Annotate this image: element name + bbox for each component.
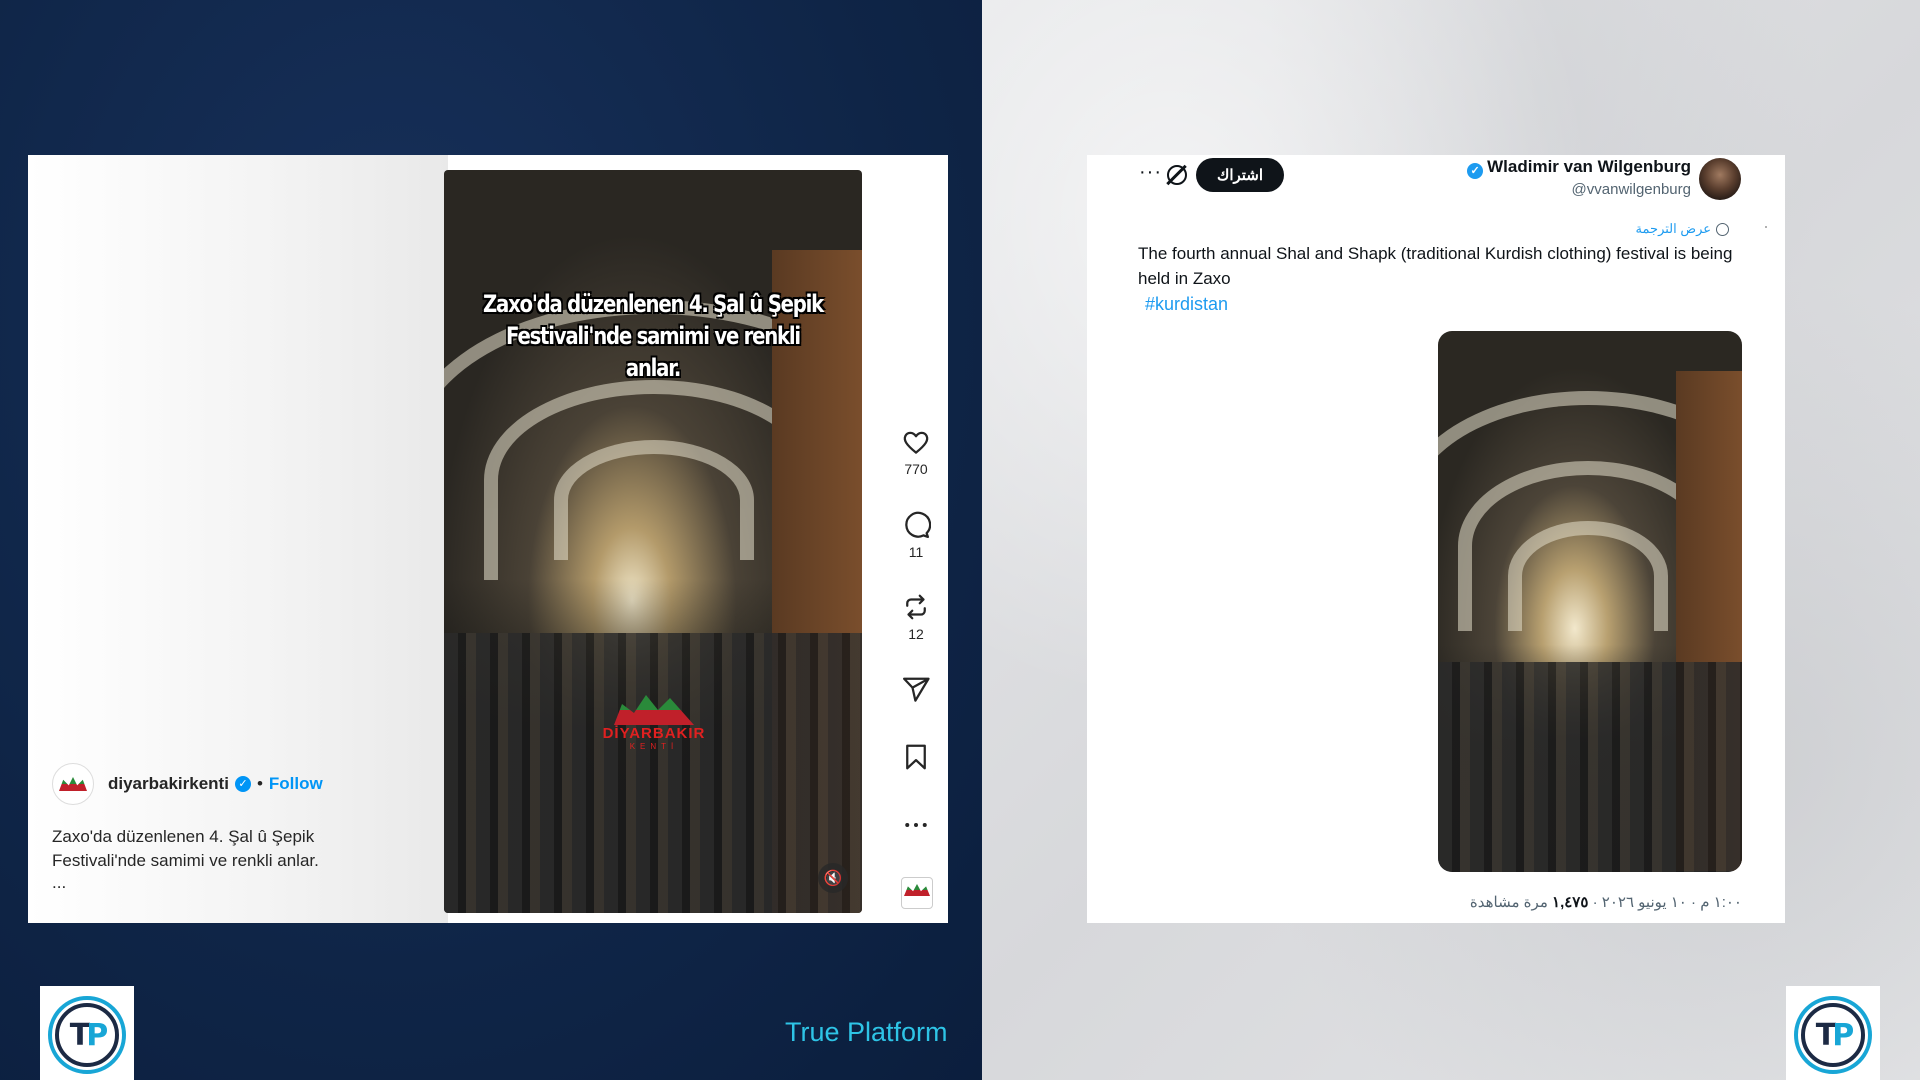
logo-letters: TP [1801, 1003, 1865, 1067]
post-author: diyarbakirkenti ✓ • Follow [52, 763, 323, 805]
caption-line: Festivali'nde samimi ve renkli anlar. [52, 851, 319, 870]
diyarbakir-logo-icon [904, 884, 930, 896]
action-bar: 770 11 12 [896, 155, 936, 923]
tweet-meta: ١:٠٠ م · ١٠ يونيو ٢٠٢٦ · ١,٤٧٥ مرة مشاهد… [1470, 893, 1742, 911]
more-icon [905, 823, 927, 827]
verified-badge-icon: ✓ [1467, 163, 1484, 179]
like-button[interactable]: 770 [896, 427, 936, 477]
repost-count: 12 [908, 626, 924, 642]
bookmark-icon [906, 744, 926, 770]
tweet-card: ✓ Wladimir van Wilgenburg @vvanwilgenburg… [1087, 155, 1785, 923]
arcade-arch [1508, 521, 1668, 631]
tweet-video[interactable] [1438, 331, 1742, 872]
heart-icon [903, 431, 929, 454]
logo-letters: TP [55, 1003, 119, 1067]
true-platform-logo: TP [40, 986, 134, 1080]
mute-icon[interactable]: 🔇 [818, 863, 848, 893]
subscribe-button[interactable]: اشتراك [1196, 158, 1284, 192]
post-caption: Zaxo'da düzenlenen 4. Şal û Şepik Festiv… [52, 825, 372, 873]
arcade-arch [554, 440, 754, 560]
grok-icon[interactable] [1167, 165, 1187, 185]
follow-button[interactable]: Follow [269, 774, 323, 794]
brand-name: True Platform [785, 1017, 948, 1047]
logo-letter-p: P [86, 1017, 108, 1053]
diyarbakir-logo-icon [59, 777, 87, 791]
repost-icon [906, 594, 926, 620]
audio-thumbnail[interactable] [901, 877, 933, 909]
verified-badge-icon: ✓ [234, 776, 251, 792]
video-overlay-text: Zaxo'da düzenlenen 4. Şal û Şepik Festiv… [482, 288, 825, 384]
author-name[interactable]: ✓ Wladimir van Wilgenburg [1467, 157, 1691, 179]
comment-count: 11 [908, 544, 924, 560]
avatar[interactable] [1699, 158, 1741, 200]
views-label: مرة مشاهدة [1469, 894, 1548, 911]
logo-letter-t: T [69, 1017, 91, 1053]
logo-letter-p: P [1832, 1017, 1854, 1053]
overlay-line: Zaxo'da düzenlenen 4. Şal û Şepik [482, 290, 824, 318]
instagram-video[interactable]: Zaxo'da düzenlenen 4. Şal û Şepik Festiv… [444, 170, 862, 913]
repost-button[interactable]: 12 [896, 592, 936, 642]
watermark-title: DİYARBAKIR [602, 725, 706, 742]
translate-icon [1716, 222, 1729, 236]
author-name-text: Wladimir van Wilgenburg [1487, 157, 1691, 176]
caption-area-background [28, 155, 448, 923]
separator: • [256, 774, 263, 793]
more-icon[interactable]: ··· [1139, 161, 1162, 184]
caption-more-link[interactable]: ... [52, 873, 66, 893]
overlay-line: Festivali'nde samimi ve renkli anlar. [506, 322, 801, 382]
watermark-logo-icon [614, 695, 694, 725]
like-count: 770 [904, 461, 928, 477]
author-handle[interactable]: @vvanwilgenburg [1572, 181, 1691, 198]
crowd [444, 633, 862, 913]
bookmark-button[interactable] [896, 742, 936, 772]
logo-letter-t: T [1815, 1017, 1837, 1053]
watermark-subtitle: KENTİ [629, 742, 679, 751]
caption-line: Zaxo'da düzenlenen 4. Şal û Şepik [52, 827, 315, 846]
username[interactable]: diyarbakirkenti [108, 774, 229, 794]
tweet-timestamp[interactable]: ١:٠٠ م · ١٠ يونيو ٢٠٢٦ · [1593, 894, 1742, 911]
comment-icon [905, 511, 931, 538]
comment-button[interactable]: 11 [896, 510, 936, 560]
translate-link[interactable]: عرض الترجمة [1636, 221, 1729, 237]
divider-dot [1765, 226, 1767, 228]
crowd [1438, 662, 1742, 872]
instagram-post-card: Zaxo'da düzenlenen 4. Şal û Şepik Festiv… [28, 155, 948, 923]
avatar[interactable] [52, 763, 94, 805]
tweet-text: The fourth annual Shal and Shapk (tradit… [1138, 244, 1733, 288]
share-button[interactable] [896, 675, 936, 705]
more-button[interactable] [896, 810, 936, 840]
share-icon [903, 677, 930, 702]
translate-label: عرض الترجمة [1635, 221, 1711, 236]
views-count: ١,٤٧٥ [1552, 894, 1589, 911]
hashtag-link[interactable]: #kurdistan [1145, 294, 1228, 315]
diyarbakir-watermark: DİYARBAKIR KENTİ [594, 695, 714, 751]
true-platform-logo: TP [1786, 986, 1880, 1080]
